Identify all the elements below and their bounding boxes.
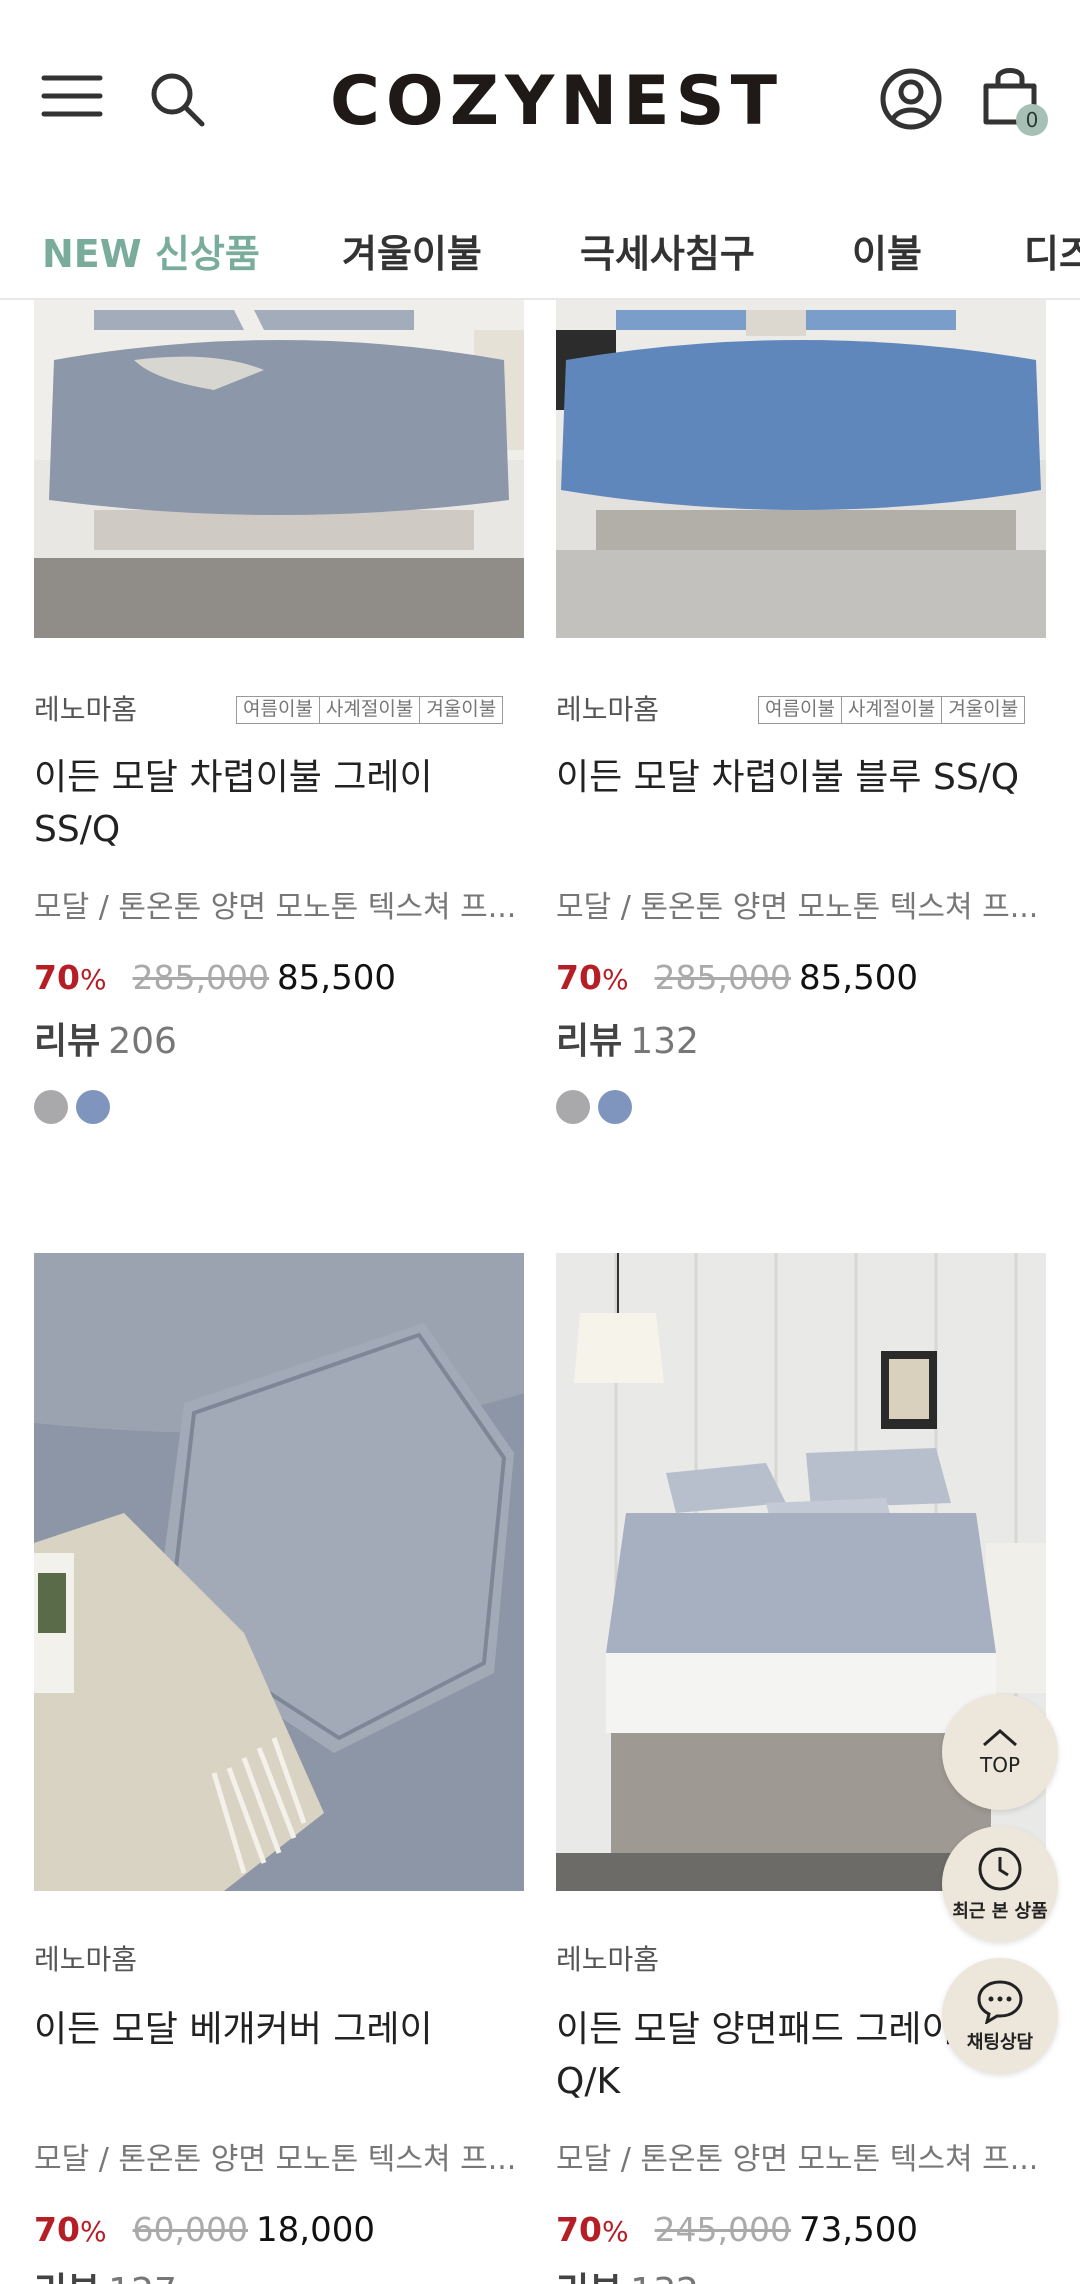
swatch-blue[interactable] <box>598 1090 632 1124</box>
category-tabs: NEW 신상품 겨울이불 극세사침구 이불 디즈 <box>0 210 1080 300</box>
product-name[interactable]: 이든 모달 양면패드 그레이 Q/K <box>556 2004 956 2108</box>
sale-price: 18,000 <box>256 2210 375 2250</box>
review-number: 132 <box>630 1021 699 1062</box>
product-name[interactable]: 이든 모달 차렵이불 블루 SS/Q <box>556 752 1046 804</box>
review-label: 리뷰 <box>556 2271 622 2284</box>
product-description: 모달 / 톤온톤 양면 모노톤 텍스쳐 프... <box>556 2142 1039 2177</box>
review-label: 리뷰 <box>556 1021 623 1062</box>
sale-price: 85,500 <box>277 958 396 998</box>
tab-winter-blanket[interactable]: 겨울이불 <box>342 224 482 284</box>
cart-button[interactable]: 0 <box>970 58 1050 136</box>
account-icon[interactable] <box>876 64 946 134</box>
product-brand: 레노마홈 <box>34 1943 138 1976</box>
chevron-up-icon <box>983 1729 1017 1747</box>
review-number: 127 <box>108 2271 177 2284</box>
chat-consult-button[interactable]: 채팅상담 <box>942 1958 1058 2074</box>
discount-rate: 70 <box>556 958 602 997</box>
tab-microfiber-bedding[interactable]: 극세사침구 <box>580 224 755 284</box>
original-price: 245,000 <box>654 2210 792 2249</box>
discount-unit: % <box>601 963 629 996</box>
tab-new[interactable]: NEW 신상품 <box>42 224 260 284</box>
swatch-gray[interactable] <box>556 1090 590 1124</box>
recent-products-label: 최근 본 상품 <box>952 1901 1048 1922</box>
review-label: 리뷰 <box>34 1021 101 1062</box>
product-image[interactable] <box>556 300 1046 638</box>
tag-summer: 여름이불 <box>759 697 842 723</box>
swatch-gray[interactable] <box>34 1090 68 1124</box>
clock-icon <box>978 1847 1022 1891</box>
sale-price: 73,500 <box>799 2210 918 2250</box>
discount-unit: % <box>79 963 107 996</box>
original-price: 285,000 <box>654 958 792 997</box>
discount-unit: % <box>601 2215 629 2248</box>
tag-winter: 겨울이불 <box>948 698 1019 720</box>
product-brand: 레노마홈 <box>34 693 138 726</box>
review-number: 132 <box>630 2271 699 2284</box>
price-row: 70% 285,000 85,500 <box>556 958 918 1004</box>
swatch-blue[interactable] <box>76 1090 110 1124</box>
price-row: 70% 245,000 73,500 <box>556 2210 918 2256</box>
product-image[interactable] <box>34 300 524 638</box>
price-row: 70% 285,000 85,500 <box>34 958 396 1004</box>
chat-consult-label: 채팅상담 <box>966 2032 1034 2053</box>
product-brand: 레노마홈 <box>556 1943 660 1976</box>
discount-unit: % <box>79 2215 107 2248</box>
color-swatches <box>556 1090 632 1124</box>
review-count: 리뷰 132 <box>556 2262 699 2284</box>
price-row: 70% 60,000 18,000 <box>34 2210 375 2256</box>
scroll-top-label: TOP <box>979 1753 1021 1777</box>
sale-price: 85,500 <box>799 958 918 998</box>
product-description: 모달 / 톤온톤 양면 모노톤 텍스쳐 프... <box>34 2142 517 2177</box>
logo[interactable]: COZYNEST <box>330 62 777 142</box>
discount-rate: 70 <box>556 2210 602 2249</box>
color-swatches <box>34 1090 110 1124</box>
tag-summer: 여름이불 <box>237 697 320 723</box>
discount-rate: 70 <box>34 958 80 997</box>
search-icon[interactable] <box>146 68 208 130</box>
tab-design[interactable]: 디즈 <box>1024 224 1080 284</box>
tab-blanket[interactable]: 이불 <box>852 224 922 284</box>
review-count: 리뷰 206 <box>34 1012 177 1064</box>
product-name[interactable]: 이든 모달 차렵이불 그레이 SS/Q <box>34 752 524 856</box>
product-tags: 여름이불 사계절이불 겨울이불 <box>236 696 504 724</box>
header: COZYNEST 0 <box>0 0 1080 200</box>
menu-icon[interactable] <box>38 68 106 124</box>
tag-winter: 겨울이불 <box>426 698 497 720</box>
scroll-top-button[interactable]: TOP <box>942 1694 1058 1810</box>
product-tags: 여름이불 사계절이불 겨울이불 <box>758 696 1026 724</box>
product-description: 모달 / 톤온톤 양면 모노톤 텍스쳐 프... <box>556 890 1039 925</box>
recent-products-button[interactable]: 최근 본 상품 <box>942 1826 1058 1942</box>
cart-count-badge: 0 <box>1016 104 1048 136</box>
original-price: 60,000 <box>132 2210 249 2249</box>
chat-bubble-icon <box>977 1980 1023 2024</box>
product-description: 모달 / 톤온톤 양면 모노톤 텍스쳐 프... <box>34 890 517 925</box>
review-count: 리뷰 127 <box>34 2262 177 2284</box>
product-name[interactable]: 이든 모달 베개커버 그레이 <box>34 2004 524 2056</box>
review-label: 리뷰 <box>34 2271 100 2284</box>
tag-all-season: 사계절이불 <box>842 697 943 723</box>
review-number: 206 <box>108 1021 177 1062</box>
discount-rate: 70 <box>34 2210 80 2249</box>
product-brand: 레노마홈 <box>556 693 660 726</box>
product-image[interactable] <box>34 1253 524 1891</box>
original-price: 285,000 <box>132 958 270 997</box>
review-count: 리뷰132 <box>556 1012 699 1064</box>
tag-all-season: 사계절이불 <box>320 697 421 723</box>
